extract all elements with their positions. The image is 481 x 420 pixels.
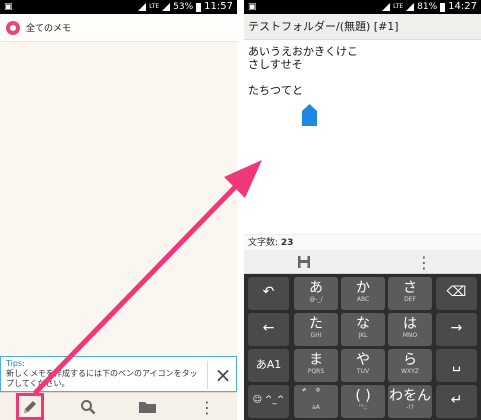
kana-key[interactable]: ゛゜ aA — [294, 385, 338, 418]
right-arrow-key-label: → — [450, 320, 463, 336]
space-key-label: ␣ — [452, 356, 461, 372]
kana-key-sub: PQRS — [307, 368, 325, 375]
kana-key-main: か — [356, 280, 370, 296]
status-bar: ▣ LTE 53% 11:57 — [0, 0, 237, 14]
kana-key-sub: ABC — [356, 296, 370, 303]
kana-key[interactable]: さ DEF — [388, 277, 432, 310]
software-keyboard: ↶ あ @-_/か ABC さ DEF ⌫ ← た GHI な JKL は MNO → あA1 ま PQRS や TU… — [244, 274, 481, 420]
more-vert-icon[interactable]: ⋮ — [192, 393, 222, 420]
more-vert-icon[interactable]: ⋮ — [409, 248, 439, 276]
signal-icon — [382, 3, 391, 11]
kana-key[interactable]: は MNO — [388, 313, 432, 346]
tips-banner: Tips: 新しくメモを作成するには下のペンのアイコンをタップしてください。 × — [0, 356, 237, 392]
search-svg — [81, 400, 96, 415]
tips-label: Tips: — [6, 359, 25, 368]
left-arrow-key-label: ← — [262, 320, 275, 336]
kana-key-main: ま — [309, 352, 323, 368]
save-icon[interactable] — [289, 248, 319, 276]
kana-key[interactable]: あ @-_/ — [294, 277, 338, 310]
char-count-label: 文字数: — [248, 238, 279, 248]
memo-line: たちつてと — [248, 84, 303, 97]
kana-key-sub: JKL — [358, 332, 368, 339]
memo-line: あいうえおかきくけこ — [248, 45, 358, 58]
battery-percent: 81% — [417, 2, 438, 12]
kana-key-sub: TUV — [356, 368, 370, 375]
right-screen: ▣ LTE 81% 14:27 テストフォルダー/(無題) [#1] あいうえお… — [244, 0, 481, 420]
battery-icon — [196, 2, 202, 12]
clock: 14:27 — [448, 1, 477, 12]
kana-key-sub: DEF — [404, 296, 416, 303]
kana-key-sub: aA — [312, 404, 320, 411]
input-mode-key-label: あA1 — [255, 358, 282, 371]
notification-icon: ▣ — [248, 2, 257, 12]
clock: 11:57 — [204, 1, 233, 12]
app-logo-icon[interactable] — [6, 20, 20, 35]
kana-key-sub: @-_/ — [309, 296, 323, 303]
page-title: 全てのメモ — [26, 24, 72, 34]
close-icon[interactable]: × — [210, 361, 236, 389]
left-arrow-key[interactable]: ← — [248, 313, 289, 346]
undo-key-label: ↶ — [262, 284, 275, 300]
memo-title[interactable]: テストフォルダー/(無題) [#1] — [244, 14, 481, 40]
kana-key-main: な — [356, 316, 370, 332]
network-label: LTE — [149, 3, 160, 10]
backspace-key-label: ⌫ — [446, 284, 467, 300]
editor-toolbar: ⋮ — [244, 250, 481, 274]
emoji-key-label: ☺ ^_^ — [252, 395, 285, 405]
kana-key-main: あ — [309, 280, 323, 296]
signal-strength-icon — [406, 3, 415, 11]
kana-key[interactable]: ら WXYZ — [388, 349, 432, 382]
kana-key-main: わをん — [389, 388, 431, 404]
notification-icon: ▣ — [4, 2, 13, 12]
kana-key-main: さ — [403, 280, 417, 296]
enter-key[interactable]: ↵ — [436, 385, 477, 418]
search-icon[interactable] — [73, 393, 103, 420]
kana-key-sub: MNO — [402, 332, 418, 339]
signal-icon — [138, 3, 147, 11]
folder-icon[interactable] — [133, 393, 163, 420]
kana-key-main: ら — [403, 352, 417, 368]
space-key[interactable]: ␣ — [436, 349, 477, 382]
kana-key[interactable]: ま PQRS — [294, 349, 338, 382]
kana-key-sub: -!? — [406, 404, 414, 411]
tips-text: 新しくメモを作成するには下のペンのアイコンをタップしてください。 — [6, 369, 198, 388]
tips-divider — [207, 361, 208, 389]
kana-key-sub: WXYZ — [401, 368, 419, 375]
battery-percent: 53% — [173, 2, 194, 12]
kana-key-main: や — [356, 352, 370, 368]
folder-svg — [139, 402, 156, 413]
input-mode-key[interactable]: あA1 — [248, 349, 289, 382]
char-count-value: 23 — [280, 238, 294, 248]
undo-key[interactable]: ↶ — [248, 277, 289, 310]
emoji-key[interactable]: ☺ ^_^ — [248, 385, 289, 418]
cursor-handle-icon[interactable] — [302, 104, 317, 126]
kana-key[interactable]: な JKL — [341, 313, 385, 346]
left-screen: ▣ LTE 53% 11:57 全てのメモ Tips: 新しくメモを作成するには… — [0, 0, 237, 420]
right-arrow-key[interactable]: → — [436, 313, 477, 346]
battery-icon — [440, 2, 446, 12]
kana-key-main: ゛゜ — [302, 388, 330, 404]
signal-strength-icon — [162, 3, 171, 11]
kana-key-main: ( ) — [355, 388, 371, 404]
kana-key-sub: GHI — [310, 332, 322, 339]
kana-key-main: は — [403, 316, 417, 332]
kana-key-main: た — [309, 316, 323, 332]
memo-line: さしすせそ — [248, 58, 303, 71]
kana-key[interactable]: か ABC — [341, 277, 385, 310]
app-header: 全てのメモ — [0, 14, 237, 42]
pen-highlight-box — [16, 393, 44, 420]
kana-key[interactable]: た GHI — [294, 313, 338, 346]
status-bar: ▣ LTE 81% 14:27 — [244, 0, 481, 14]
kana-key-sub: '":; — [358, 404, 368, 411]
memo-editor[interactable]: あいうえおかきくけこ さしすせそ たちつてと — [248, 45, 477, 97]
save-svg — [298, 256, 310, 268]
backspace-key[interactable]: ⌫ — [436, 277, 477, 310]
char-count: 文字数: 23 — [244, 234, 481, 250]
kana-key[interactable]: や TUV — [341, 349, 385, 382]
memo-line — [248, 71, 477, 84]
network-label: LTE — [393, 3, 404, 10]
kana-key[interactable]: わをん -!? — [388, 385, 432, 418]
enter-key-label: ↵ — [450, 392, 463, 408]
kana-key[interactable]: ( ) '":; — [341, 385, 385, 418]
